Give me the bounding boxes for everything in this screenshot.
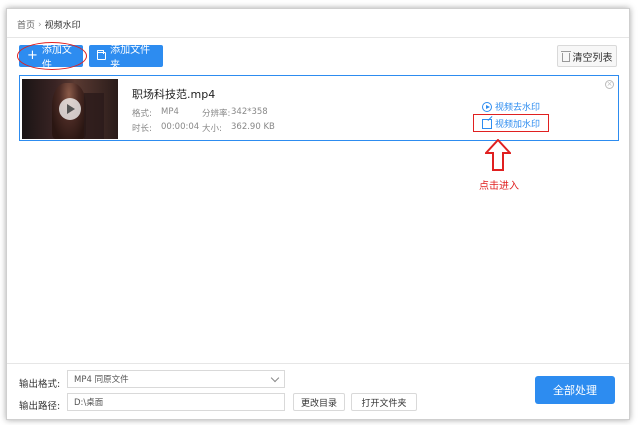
- plus-icon: +: [27, 48, 38, 63]
- click-hint-label: 点击进入: [479, 181, 519, 192]
- change-directory-button[interactable]: 更改目录: [293, 393, 345, 411]
- size-value: 362.90 KB: [231, 122, 275, 132]
- open-folder-button[interactable]: 打开文件夹: [351, 393, 417, 411]
- add-watermark-label: 视频加水印: [495, 120, 541, 130]
- add-file-button[interactable]: + 添加文件: [19, 45, 83, 71]
- breadcrumb-home[interactable]: 首页: [17, 18, 35, 31]
- add-folder-button[interactable]: 添加文件夹: [89, 45, 163, 71]
- format-label: 格式:: [132, 109, 152, 119]
- edit-icon: [482, 118, 492, 129]
- thumbnail-shadow: [84, 93, 104, 139]
- add-watermark-link[interactable]: 视频加水印: [482, 117, 540, 130]
- circle-play-icon: [482, 101, 492, 112]
- app-window: 首页 › 视频水印 + 添加文件 添加文件夹 清空列表 职场科技范.mp4 格式…: [6, 8, 630, 420]
- breadcrumb-current: 视频水印: [44, 21, 81, 31]
- arrow-up-icon: [485, 139, 511, 171]
- header-divider: [7, 37, 629, 38]
- format-value: MP4: [161, 107, 179, 117]
- play-icon[interactable]: [59, 98, 81, 120]
- clear-list-button[interactable]: 清空列表: [557, 45, 617, 67]
- duration-label: 时长:: [132, 124, 152, 134]
- output-format-select[interactable]: MP4 同原文件: [67, 370, 285, 388]
- output-path-label: 输出路径:: [19, 401, 61, 412]
- add-file-label: 添加文件: [41, 45, 72, 71]
- add-folder-label: 添加文件夹: [110, 45, 151, 71]
- folder-icon: [97, 50, 107, 60]
- duration-value: 00:00:04: [161, 122, 200, 132]
- output-path-field[interactable]: D:\桌面: [67, 393, 285, 411]
- resolution-value: 342*358: [231, 107, 268, 117]
- close-icon[interactable]: ×: [605, 80, 614, 89]
- resolution-label: 分辨率:: [202, 109, 231, 119]
- remove-watermark-link[interactable]: 视频去水印: [482, 100, 540, 113]
- file-name: 职场科技范.mp4: [132, 88, 216, 101]
- trash-icon: [560, 50, 571, 62]
- output-format-label: 输出格式:: [19, 379, 61, 390]
- output-format-value: MP4 同原文件: [74, 375, 129, 385]
- file-list: 职场科技范.mp4 格式: MP4 分辨率: 342*358 时长: 00:00…: [19, 75, 619, 359]
- breadcrumb-separator: ›: [38, 19, 42, 30]
- process-all-button[interactable]: 全部处理: [535, 376, 615, 404]
- video-thumbnail[interactable]: [22, 79, 118, 139]
- footer-divider: [7, 363, 629, 364]
- size-label: 大小:: [202, 124, 222, 134]
- clear-list-label: 清空列表: [572, 52, 613, 64]
- chevron-down-icon: [270, 373, 280, 383]
- output-path-value: D:\桌面: [74, 398, 104, 408]
- breadcrumb: 首页 › 视频水印: [17, 18, 81, 32]
- file-row[interactable]: 职场科技范.mp4 格式: MP4 分辨率: 342*358 时长: 00:00…: [19, 75, 619, 141]
- remove-watermark-label: 视频去水印: [495, 103, 541, 113]
